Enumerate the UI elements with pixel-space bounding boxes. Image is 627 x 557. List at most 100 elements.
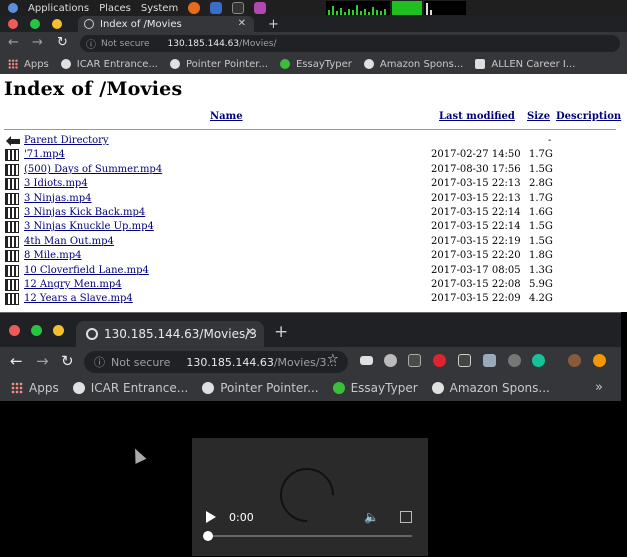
editor-launcher-icon[interactable] bbox=[254, 2, 267, 14]
menu-system[interactable]: System bbox=[141, 3, 178, 14]
file-row: 3 Ninjas Kick Back.mp4 2017-03-15 22:14 1.… bbox=[0, 206, 627, 220]
column-description-link[interactable]: Description bbox=[556, 111, 621, 122]
window-minimize-button[interactable] bbox=[52, 19, 62, 29]
file-link[interactable]: 12 Years a Slave.mp4 bbox=[24, 293, 133, 304]
email-launcher-icon[interactable] bbox=[210, 2, 223, 14]
movie-file-icon bbox=[5, 235, 19, 248]
bookmark-pointer-pointer[interactable]: Pointer Pointer... bbox=[170, 59, 268, 70]
system-top-bar: Applications Places System bbox=[0, 0, 627, 16]
info-icon[interactable]: ⓘ bbox=[94, 354, 105, 370]
window-minimize-button[interactable] bbox=[53, 325, 64, 336]
fullscreen-icon[interactable] bbox=[400, 511, 412, 523]
distro-logo-icon[interactable] bbox=[8, 3, 18, 13]
movie-file-icon bbox=[5, 178, 19, 191]
menu-places[interactable]: Places bbox=[99, 3, 131, 14]
file-link[interactable]: 3 Ninjas Knuckle Up.mp4 bbox=[24, 221, 154, 232]
bookmark-allen[interactable]: ALLEN Career I... bbox=[475, 59, 575, 70]
file-link[interactable]: 3 Idiots.mp4 bbox=[24, 178, 88, 189]
globe-icon bbox=[86, 328, 98, 340]
bookmark-apps[interactable]: Apps bbox=[11, 381, 59, 395]
file-link[interactable]: 3 Ninjas Kick Back.mp4 bbox=[24, 207, 145, 218]
circle-extension-icon[interactable] bbox=[508, 354, 521, 367]
folder-extension-icon[interactable] bbox=[360, 356, 373, 365]
profile-avatar-icon[interactable] bbox=[568, 354, 581, 367]
volume-icon[interactable]: 🔈 bbox=[364, 510, 379, 524]
address-bar[interactable]: ⓘ Not secure 130.185.144.63/Movies/ bbox=[80, 35, 620, 52]
file-modified: 2017-03-15 22:13 bbox=[431, 178, 521, 190]
bookmark-essaytyper[interactable]: EssayTyper bbox=[332, 381, 418, 395]
tc-extension-icon[interactable] bbox=[408, 354, 421, 367]
file-link[interactable]: '71.mp4 bbox=[24, 149, 65, 160]
apps-grid-icon bbox=[11, 382, 23, 394]
window-maximize-button[interactable] bbox=[30, 19, 40, 29]
bookmark-essaytyper[interactable]: EssayTyper bbox=[279, 58, 352, 70]
file-size: 1.5G bbox=[529, 235, 553, 247]
window-maximize-button[interactable] bbox=[31, 325, 42, 336]
firefox-launcher-icon[interactable] bbox=[188, 2, 201, 14]
bookmark-label: ICAR Entrance... bbox=[76, 58, 158, 70]
bookmark-label: EssayTyper bbox=[350, 381, 418, 395]
movie-file-icon bbox=[5, 278, 19, 291]
toolbar: ← → ↻ ⓘ Not secure 130.185.144.63/Movies… bbox=[0, 347, 621, 375]
bookmark-apps[interactable]: Apps bbox=[8, 59, 49, 70]
bookmark-label: Pointer Pointer... bbox=[220, 381, 319, 395]
more-bookmarks-button[interactable]: » bbox=[595, 380, 603, 395]
file-link[interactable]: 3 Ninjas.mp4 bbox=[24, 193, 92, 204]
tab-close-button[interactable]: ✕ bbox=[245, 325, 255, 339]
forward-arrow-icon[interactable]: → bbox=[36, 352, 49, 370]
window-close-button[interactable] bbox=[8, 19, 18, 29]
pinterest-extension-icon[interactable] bbox=[433, 354, 446, 367]
bookmark-amazon[interactable]: Amazon Spons... bbox=[431, 381, 550, 395]
reload-icon[interactable]: ↻ bbox=[57, 35, 68, 50]
new-tab-button[interactable]: + bbox=[274, 322, 288, 342]
file-link[interactable]: 12 Angry Men.mp4 bbox=[24, 279, 122, 290]
divider bbox=[4, 129, 616, 130]
play-button[interactable] bbox=[206, 511, 216, 523]
url-host: 130.185.144.63 bbox=[167, 38, 240, 49]
bookmark-label: EssayTyper bbox=[295, 58, 352, 70]
file-link[interactable]: 8 Mile.mp4 bbox=[24, 250, 82, 261]
tool-extension-icon[interactable] bbox=[483, 354, 496, 367]
tab-close-button[interactable]: ✕ bbox=[238, 18, 246, 29]
site-favicon-icon bbox=[60, 59, 71, 69]
tab-strip: Index of /Movies ✕ + bbox=[0, 16, 627, 32]
page-title: Index of /Movies bbox=[4, 78, 183, 100]
tab-video[interactable]: 130.185.144.63/Movies/3 ✕ bbox=[76, 321, 264, 347]
file-link[interactable]: 4th Man Out.mp4 bbox=[24, 236, 114, 247]
gear-extension-icon[interactable] bbox=[384, 354, 397, 367]
column-last-modified-link[interactable]: Last modified bbox=[439, 111, 515, 122]
directory-page: Index of /Movies bbox=[0, 78, 627, 100]
file-link[interactable]: 10 Cloverfield Lane.mp4 bbox=[24, 265, 149, 276]
bookmark-icar[interactable]: ICAR Entrance... bbox=[60, 58, 158, 70]
bookmark-star-icon[interactable]: ☆ bbox=[327, 352, 339, 367]
seek-handle[interactable] bbox=[203, 531, 213, 541]
window-close-button[interactable] bbox=[9, 325, 20, 336]
menu-applications[interactable]: Applications bbox=[28, 3, 89, 14]
browser-window-directory: Index of /Movies ✕ + ← → ↻ ⓘ Not secure … bbox=[0, 16, 627, 312]
tab-index-of-movies[interactable]: Index of /Movies ✕ bbox=[78, 16, 254, 32]
update-alert-icon[interactable] bbox=[593, 354, 606, 367]
url-path: /Movies/ bbox=[239, 38, 277, 49]
essaytyper-favicon-icon bbox=[332, 382, 345, 394]
site-favicon-icon bbox=[431, 382, 444, 394]
bookmark-icar[interactable]: ICAR Entrance... bbox=[72, 381, 188, 395]
back-arrow-icon[interactable]: ← bbox=[10, 352, 23, 370]
parent-directory-link[interactable]: Parent Directory bbox=[24, 135, 109, 146]
video-player[interactable]: 0:00 🔈 bbox=[192, 438, 428, 556]
file-link[interactable]: (500) Days of Summer.mp4 bbox=[24, 164, 162, 175]
new-tab-button[interactable]: + bbox=[268, 17, 279, 32]
bookmark-amazon[interactable]: Amazon Spons... bbox=[363, 59, 463, 70]
movie-file-icon bbox=[5, 221, 19, 234]
seek-bar[interactable] bbox=[206, 535, 412, 537]
back-arrow-icon[interactable]: ← bbox=[8, 35, 19, 50]
cube-extension-icon[interactable] bbox=[458, 354, 471, 367]
grammarly-extension-icon[interactable] bbox=[532, 354, 545, 367]
bookmark-pointer-pointer[interactable]: Pointer Pointer... bbox=[202, 381, 319, 395]
forward-arrow-icon[interactable]: → bbox=[32, 35, 43, 50]
terminal-launcher-icon[interactable] bbox=[232, 2, 245, 14]
column-size-link[interactable]: Size bbox=[527, 111, 550, 122]
address-bar[interactable]: ⓘ Not secure 130.185.144.63/Movies/3... bbox=[84, 351, 348, 373]
reload-icon[interactable]: ↻ bbox=[61, 352, 74, 370]
info-icon[interactable]: ⓘ bbox=[86, 36, 96, 51]
column-name-link[interactable]: Name bbox=[210, 111, 243, 122]
